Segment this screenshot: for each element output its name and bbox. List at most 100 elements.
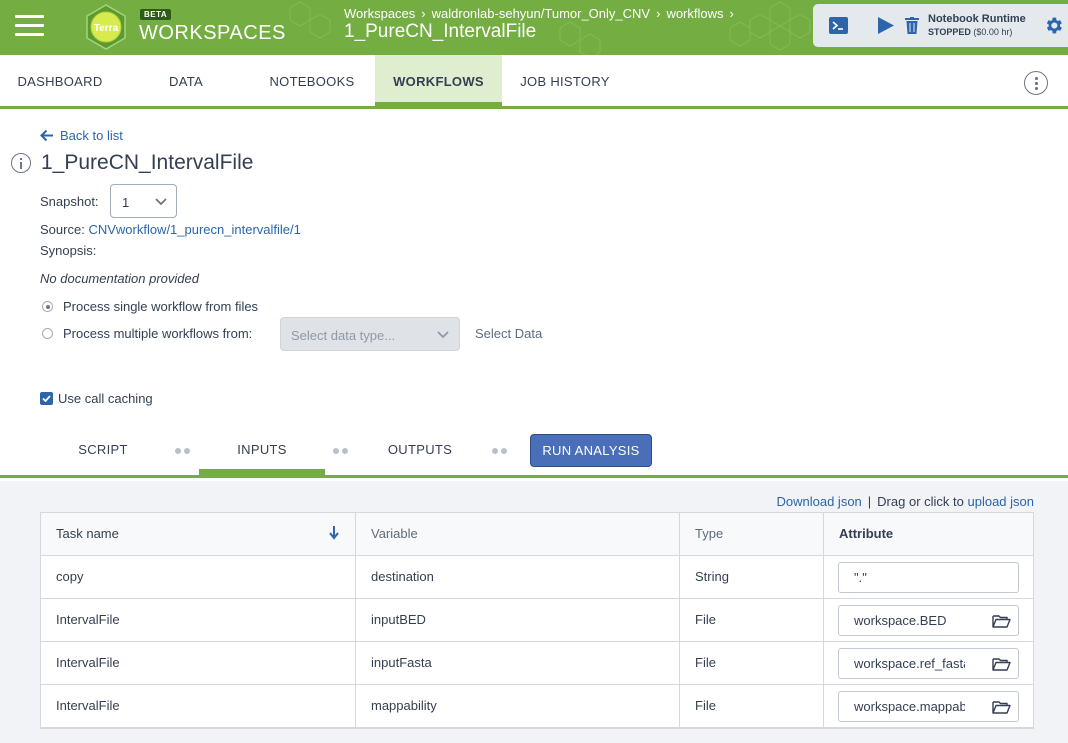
- type-cell: String: [680, 556, 824, 598]
- back-to-list-link[interactable]: Back to list: [40, 128, 123, 143]
- table-row: IntervalFile mappability File workspace.…: [41, 685, 1033, 728]
- table-row: copy destination String ".": [41, 556, 1033, 599]
- synopsis-label: Synopsis:: [40, 243, 97, 258]
- json-actions: Download json | Drag or click to upload js…: [777, 494, 1035, 509]
- column-header-type[interactable]: Type: [680, 513, 824, 555]
- arrow-left-icon: [40, 129, 53, 142]
- inputs-panel: Download json | Drag or click to upload js…: [0, 481, 1068, 743]
- variable-cell: inputBED: [356, 599, 680, 641]
- step-dots-icon: [492, 448, 508, 454]
- breadcrumb-separator: ›: [421, 6, 426, 21]
- logo-text: Terra: [94, 23, 119, 34]
- gear-icon[interactable]: [1043, 15, 1064, 36]
- attribute-input[interactable]: workspace.BED: [838, 605, 1019, 636]
- data-type-select[interactable]: Select data type...: [280, 317, 460, 351]
- attribute-value: workspace.BED: [854, 613, 947, 628]
- tab-data[interactable]: DATA: [155, 55, 217, 106]
- radio-single-label: Process single workflow from files: [63, 299, 259, 314]
- attribute-value: workspace.ref_fasta: [854, 656, 965, 671]
- attribute-value: workspace.mappability: [854, 699, 965, 714]
- column-header-task-name[interactable]: Task name: [41, 513, 356, 555]
- attribute-cell: workspace.mappability: [824, 685, 1034, 727]
- documentation-text: No documentation provided: [40, 271, 199, 286]
- column-header-attribute[interactable]: Attribute: [824, 513, 1034, 555]
- page-title: 1_PureCN_IntervalFile: [344, 21, 537, 42]
- table-row: IntervalFile inputBED File workspace.BED: [41, 599, 1033, 642]
- more-options-icon[interactable]: [1024, 71, 1048, 95]
- attribute-input[interactable]: workspace.ref_fasta: [838, 648, 1019, 679]
- runtime-status: STOPPED ($0.00 hr): [928, 27, 1012, 37]
- info-icon[interactable]: [11, 153, 31, 173]
- tab-outputs[interactable]: OUTPUTS: [378, 430, 462, 475]
- table-header-row: Task name Variable Type Attribute: [41, 513, 1033, 556]
- workflow-title: 1_PureCN_IntervalFile: [41, 151, 254, 174]
- upload-json-link[interactable]: upload json: [968, 494, 1035, 509]
- folder-open-icon[interactable]: [992, 614, 1011, 628]
- radio-single-workflow[interactable]: Process single workflow from files: [42, 299, 258, 314]
- sort-arrow-down-icon[interactable]: [329, 526, 339, 540]
- attribute-input[interactable]: workspace.mappability: [838, 691, 1019, 722]
- chevron-down-icon: [437, 331, 449, 339]
- runtime-cost: ($0.00 hr): [973, 27, 1013, 37]
- upload-prefix-text: Drag or click to: [877, 494, 964, 509]
- task-name-cell: IntervalFile: [41, 685, 356, 727]
- source-link[interactable]: CNVworkflow/1_purecn_intervalfile/1: [88, 222, 300, 237]
- radio-button[interactable]: [42, 328, 53, 339]
- task-name-cell: IntervalFile: [41, 599, 356, 641]
- table-row: IntervalFile inputFasta File workspace.r…: [41, 642, 1033, 685]
- variable-cell: inputFasta: [356, 642, 680, 684]
- tab-workflows[interactable]: WORKFLOWS: [375, 55, 502, 106]
- chevron-down-icon: [155, 198, 167, 206]
- call-caching-label: Use call caching: [58, 391, 153, 406]
- tab-notebooks[interactable]: NOTEBOOKS: [262, 55, 362, 106]
- select-data-button[interactable]: Select Data: [475, 326, 542, 341]
- inputs-table: Task name Variable Type Attribute copy d…: [40, 512, 1034, 729]
- snapshot-value: 1: [122, 195, 130, 210]
- task-name-cell: copy: [41, 556, 356, 598]
- tab-dashboard[interactable]: DASHBOARD: [0, 55, 120, 106]
- attribute-cell: workspace.BED: [824, 599, 1034, 641]
- brand-name: WORKSPACES: [139, 22, 286, 44]
- folder-open-icon[interactable]: [992, 700, 1011, 714]
- breadcrumb-workflows[interactable]: workflows: [666, 6, 723, 21]
- attribute-value: ".": [854, 570, 867, 585]
- play-icon[interactable]: [877, 16, 895, 35]
- source-row: Source: CNVworkflow/1_purecn_intervalfil…: [40, 222, 301, 237]
- breadcrumb: Workspaces › waldronlab-sehyun/Tumor_Only_…: [344, 6, 740, 21]
- runtime-status-value: STOPPED: [928, 27, 971, 37]
- menu-icon[interactable]: [15, 13, 45, 39]
- step-dots-icon: [333, 448, 349, 454]
- snapshot-label: Snapshot:: [40, 194, 99, 209]
- tab-inputs[interactable]: INPUTS: [199, 430, 325, 475]
- runtime-title: Notebook Runtime: [928, 13, 1026, 25]
- checkbox-checked-icon[interactable]: [40, 392, 53, 405]
- notebook-runtime-panel: Notebook Runtime STOPPED ($0.00 hr): [813, 4, 1068, 47]
- breadcrumb-separator: ›: [656, 6, 661, 21]
- download-json-link[interactable]: Download json: [777, 494, 862, 509]
- terra-logo: Terra: [86, 4, 126, 50]
- tab-script[interactable]: SCRIPT: [68, 430, 138, 475]
- call-caching-checkbox-row[interactable]: Use call caching: [40, 391, 153, 406]
- step-dots-icon: [175, 448, 191, 454]
- back-to-list-label: Back to list: [60, 128, 123, 143]
- data-type-placeholder: Select data type...: [291, 328, 396, 343]
- run-analysis-button[interactable]: RUN ANALYSIS: [530, 434, 652, 467]
- folder-open-icon[interactable]: [992, 657, 1011, 671]
- trash-icon[interactable]: [905, 17, 919, 34]
- radio-multiple-workflows[interactable]: Process multiple workflows from:: [42, 326, 252, 341]
- workspace-nav: DASHBOARD DATA NOTEBOOKS WORKFLOWS JOB H…: [0, 55, 1068, 109]
- column-header-variable[interactable]: Variable: [356, 513, 680, 555]
- snapshot-select[interactable]: 1: [110, 184, 177, 218]
- tab-job-history[interactable]: JOB HISTORY: [512, 55, 618, 106]
- source-label: Source:: [40, 222, 85, 237]
- column-header-label: Task name: [56, 526, 119, 541]
- attribute-cell: workspace.ref_fasta: [824, 642, 1034, 684]
- breadcrumb-workspaces[interactable]: Workspaces: [344, 6, 415, 21]
- attribute-cell: ".": [824, 556, 1034, 598]
- attribute-input[interactable]: ".": [838, 562, 1019, 593]
- breadcrumb-workspace-name[interactable]: waldronlab-sehyun/Tumor_Only_CNV: [432, 6, 650, 21]
- radio-multiple-label: Process multiple workflows from:: [63, 326, 253, 341]
- terminal-icon[interactable]: [829, 17, 848, 34]
- radio-button-selected[interactable]: [42, 301, 53, 312]
- beta-badge: BETA: [140, 9, 172, 20]
